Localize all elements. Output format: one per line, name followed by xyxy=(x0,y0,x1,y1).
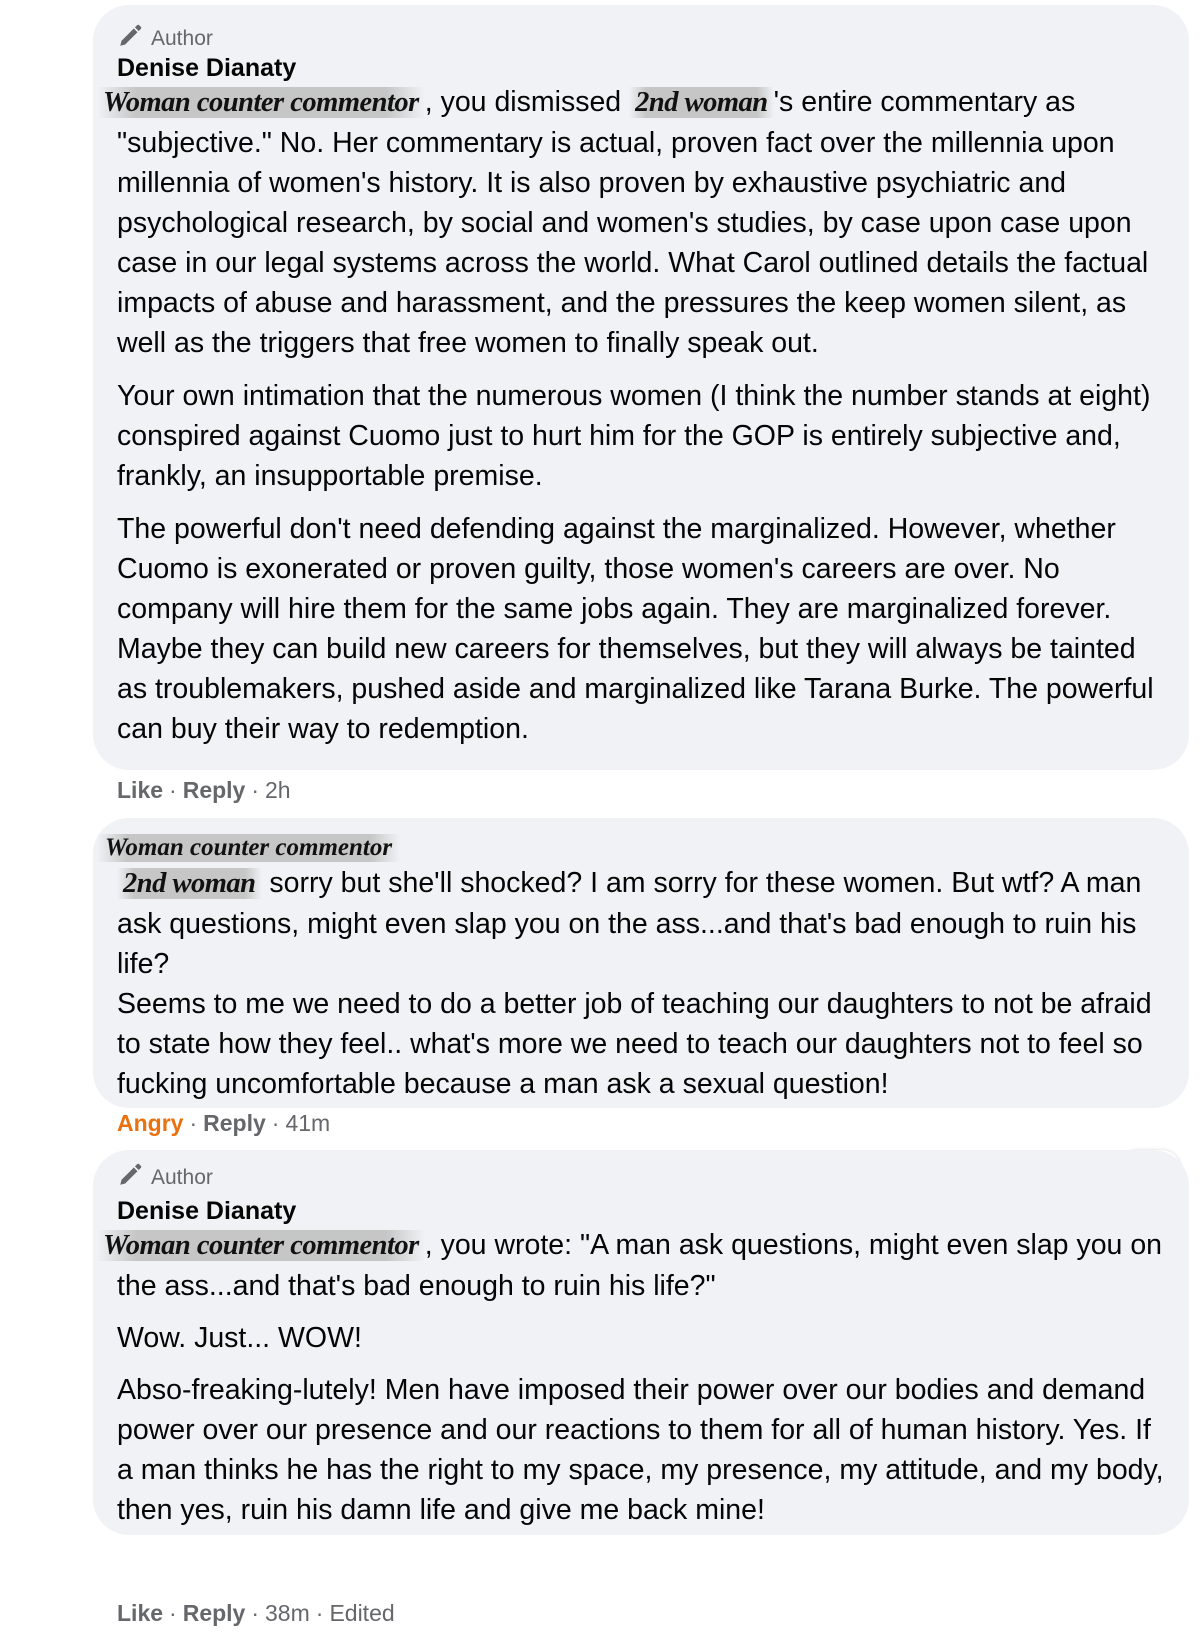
comment-paragraph: Your own intimation that the numerous wo… xyxy=(117,380,1151,492)
pencil-icon xyxy=(117,1162,143,1194)
angry-reaction-button[interactable]: Angry xyxy=(117,1110,183,1137)
reply-button[interactable]: Reply xyxy=(183,1600,246,1627)
author-badge: Author xyxy=(117,23,213,55)
author-badge-label: Author xyxy=(151,27,213,50)
comment-actions: Like · Reply · 2h xyxy=(117,777,291,804)
comment-paragraph: Woman counter commentor, you dismissed 2… xyxy=(97,82,1167,363)
comment-bubble-3: Author Denise Dianaty Woman counter comm… xyxy=(93,1150,1189,1535)
timestamp[interactable]: 38m xyxy=(265,1600,310,1627)
comment-paragraph: Seems to me we need to do a better job o… xyxy=(117,988,1152,1100)
timestamp[interactable]: 2h xyxy=(265,777,291,804)
commenter-name[interactable]: Denise Dianaty xyxy=(117,1197,296,1226)
like-button[interactable]: Like xyxy=(117,777,163,804)
reply-button[interactable]: Reply xyxy=(183,777,246,804)
edited-label: Edited xyxy=(329,1600,395,1626)
redacted-name: 2nd woman xyxy=(117,868,262,899)
comment-paragraph: The powerful don't need defending agains… xyxy=(117,513,1154,745)
comment-actions: Angry · Reply · 41m xyxy=(117,1110,331,1137)
redacted-name: Woman counter commentor xyxy=(97,1230,425,1261)
comment-bubble-2: Woman counter commentor 2nd woman sorry … xyxy=(93,818,1189,1108)
comment-paragraph: Wow. Just... WOW! xyxy=(117,1322,362,1354)
comment-body: Woman counter commentor, you dismissed 2… xyxy=(97,82,1167,749)
comment-paragraph: 2nd woman sorry but she'll shocked? I am… xyxy=(117,867,1142,980)
pencil-icon xyxy=(117,23,143,55)
comment-paragraph: Abso-freaking-lutely! Men have imposed t… xyxy=(117,1374,1164,1526)
comment-actions: Like · Reply · 38m · Edited xyxy=(117,1600,395,1627)
comment-paragraph: Woman counter commentor, you wrote: "A m… xyxy=(97,1225,1167,1306)
like-button[interactable]: Like xyxy=(117,1600,163,1627)
commenter-name[interactable]: Denise Dianaty xyxy=(117,54,296,83)
comment-body: Woman counter commentor, you wrote: "A m… xyxy=(97,1225,1167,1530)
redacted-name: Woman counter commentor xyxy=(97,87,425,118)
reply-button[interactable]: Reply xyxy=(203,1110,266,1137)
timestamp[interactable]: 41m xyxy=(285,1110,330,1137)
author-badge: Author xyxy=(117,1162,213,1194)
redacted-commenter-name: Woman counter commentor xyxy=(97,834,401,862)
author-badge-label: Author xyxy=(151,1166,213,1189)
comment-body: 2nd woman sorry but she'll shocked? I am… xyxy=(117,863,1167,1104)
redacted-name: 2nd woman xyxy=(629,87,774,118)
comment-bubble-1: Author Denise Dianaty Woman counter comm… xyxy=(93,5,1189,770)
